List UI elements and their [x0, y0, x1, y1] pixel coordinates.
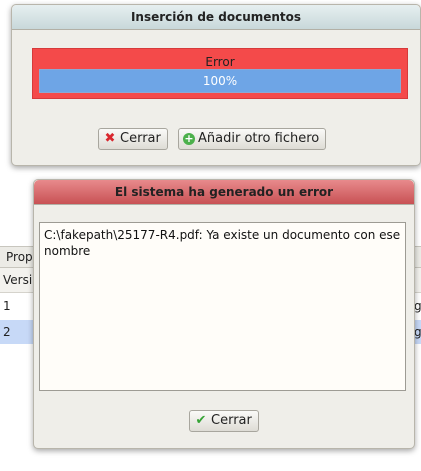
row-version: 2	[3, 325, 11, 339]
add-file-button[interactable]: + Añadir otro fichero	[178, 128, 327, 150]
close-button[interactable]: ✖ Cerrar	[98, 128, 168, 150]
status-label: Error	[205, 55, 235, 69]
error-progress-box: Error 100%	[32, 48, 408, 99]
column-header-label: Versi	[3, 273, 33, 287]
close-button[interactable]: ✔ Cerrar	[189, 410, 259, 432]
add-file-button-label: Añadir otro fichero	[198, 131, 320, 146]
plus-circle-icon: +	[183, 132, 195, 145]
error-dialog: El sistema ha generado un error C:\fakep…	[33, 179, 415, 449]
x-icon: ✖	[104, 131, 116, 146]
row-version: 1	[3, 299, 11, 313]
close-button-label: Cerrar	[211, 413, 252, 428]
dialog-title[interactable]: El sistema ha generado un error	[34, 180, 414, 205]
tab-properties[interactable]: Prop	[6, 250, 33, 264]
insert-documents-dialog: Inserción de documentos Error 100% ✖ Cerr…	[11, 4, 421, 166]
check-icon: ✔	[195, 413, 207, 428]
row-trailing-text: g	[414, 325, 421, 339]
error-message-area[interactable]: C:\fakepath\25177-R4.pdf: Ya existe un d…	[39, 222, 406, 391]
dialog-title[interactable]: Inserción de documentos	[12, 5, 420, 30]
row-trailing-text: g	[414, 299, 421, 313]
progress-text: 100%	[202, 74, 238, 88]
progress-bar: 100%	[39, 69, 401, 93]
close-button-label: Cerrar	[120, 131, 161, 146]
